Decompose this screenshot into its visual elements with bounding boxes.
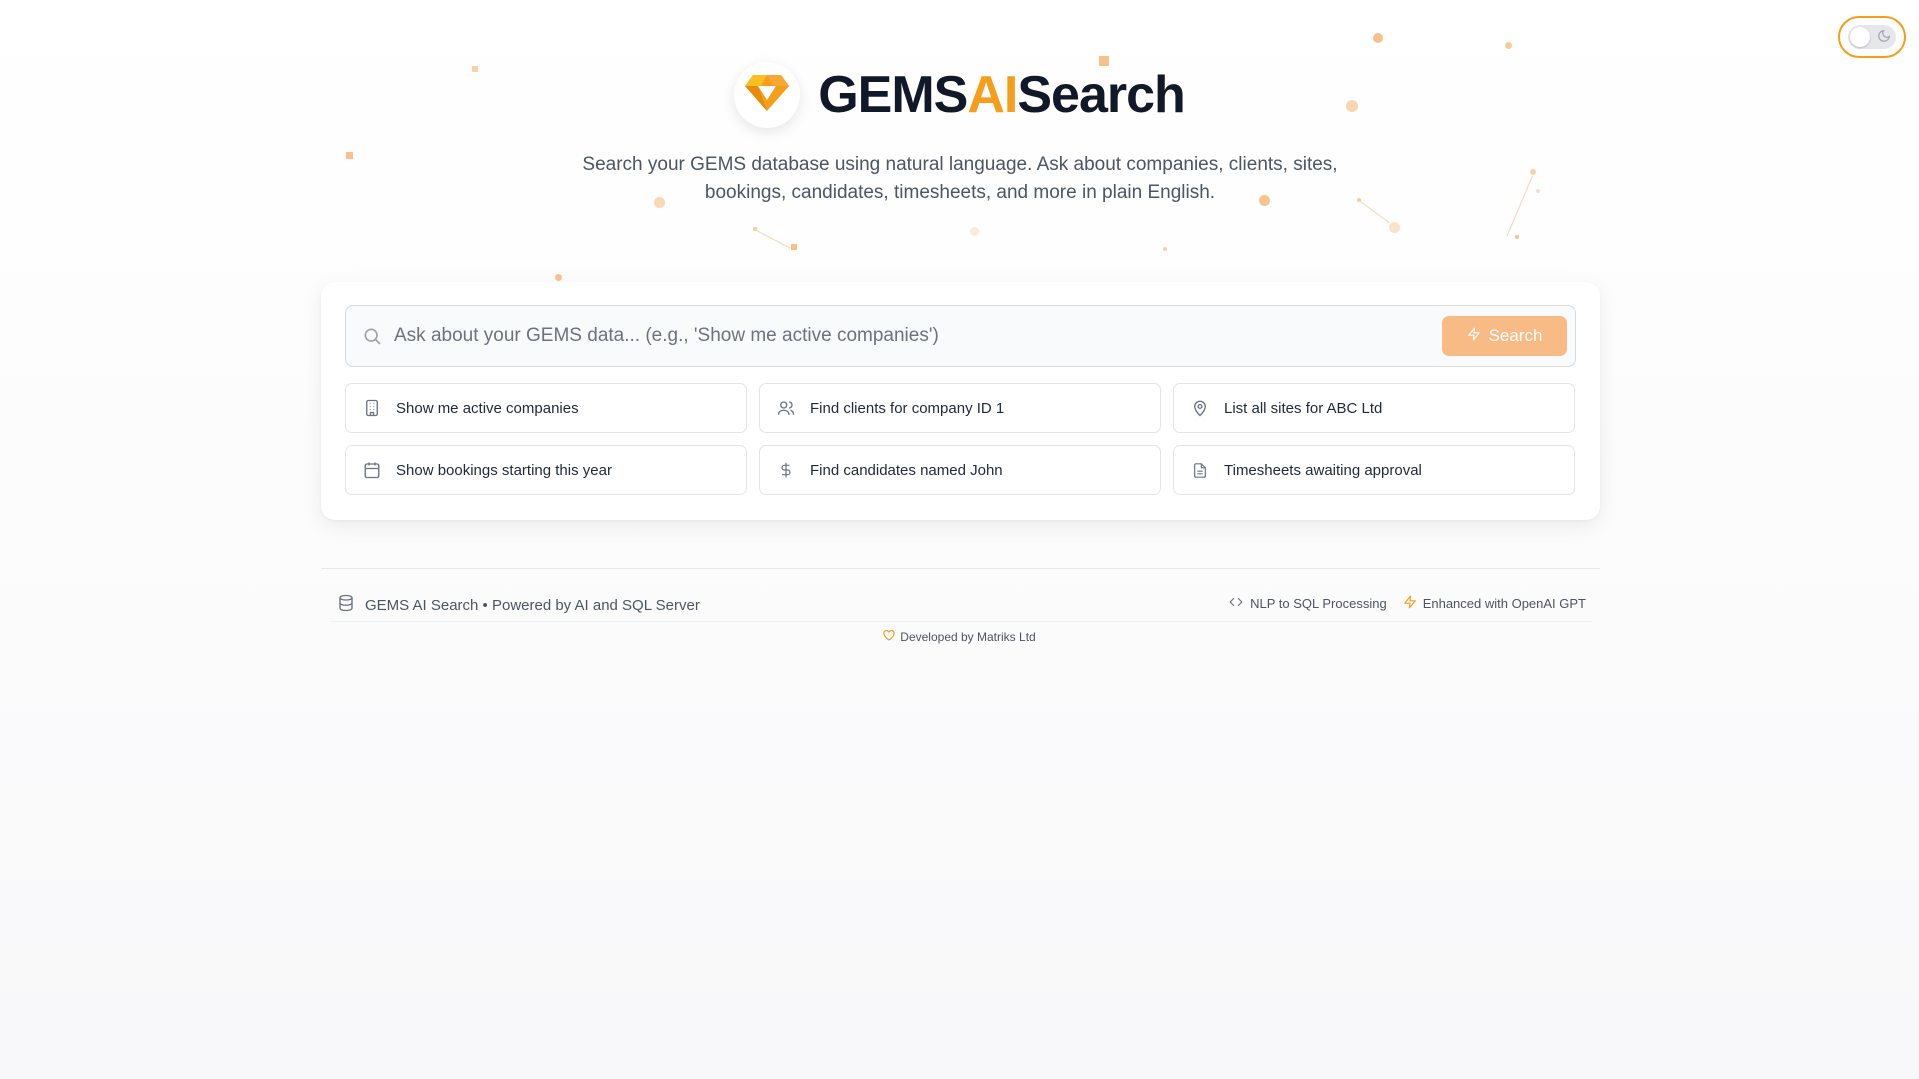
footer-info: GEMS AI Search • Powered by AI and SQL S… bbox=[337, 593, 700, 617]
app-title: GEMSAISearch bbox=[818, 65, 1186, 125]
developer-credit: Developed by Matriks Ltd bbox=[0, 629, 1919, 644]
suggestion-chip[interactable]: Show me active companies bbox=[345, 383, 747, 433]
suggestion-chip[interactable]: Find candidates named John bbox=[759, 445, 1161, 495]
title-part-ai: AI bbox=[967, 66, 1018, 124]
suggestion-chip[interactable]: Show bookings starting this year bbox=[345, 445, 747, 495]
suggestion-label: Find clients for company ID 1 bbox=[810, 399, 1005, 417]
suggestion-label: Timesheets awaiting approval bbox=[1224, 461, 1422, 479]
suggestion-chip[interactable]: Timesheets awaiting approval bbox=[1173, 445, 1575, 495]
feature-openai: Enhanced with OpenAI GPT bbox=[1403, 594, 1586, 613]
toggle-knob bbox=[1850, 27, 1870, 47]
lightning-icon bbox=[1467, 326, 1481, 347]
calendar-icon bbox=[362, 460, 382, 480]
suggestion-label: Show me active companies bbox=[396, 399, 579, 417]
suggestion-chip[interactable]: Find clients for company ID 1 bbox=[759, 383, 1161, 433]
suggestion-label: List all sites for ABC Ltd bbox=[1224, 399, 1383, 417]
search-icon bbox=[362, 326, 382, 346]
logo bbox=[734, 62, 801, 128]
feature-nlp: NLP to SQL Processing bbox=[1228, 595, 1387, 612]
footer-divider bbox=[321, 568, 1600, 569]
search-button[interactable]: Search bbox=[1442, 316, 1567, 356]
moon-icon bbox=[1877, 29, 1891, 48]
page-subtitle: Search your GEMS database using natural … bbox=[582, 154, 1338, 203]
suggestion-chip[interactable]: List all sites for ABC Ltd bbox=[1173, 383, 1575, 433]
search-button-label: Search bbox=[1488, 326, 1543, 345]
page: GEMSAISearch Search your GEMS database u… bbox=[0, 0, 1919, 1079]
map-pin-icon bbox=[1190, 398, 1210, 418]
feature-nlp-label: NLP to SQL Processing bbox=[1250, 596, 1387, 611]
building-icon bbox=[362, 398, 382, 418]
file-text-icon bbox=[1190, 460, 1210, 480]
suggestion-label: Find candidates named John bbox=[810, 461, 1003, 479]
lightning-icon bbox=[1403, 594, 1417, 613]
feature-openai-label: Enhanced with OpenAI GPT bbox=[1422, 596, 1586, 611]
developer-credit-text: Developed by Matriks Ltd bbox=[900, 630, 1036, 644]
dollar-icon bbox=[776, 460, 796, 480]
footer-features: NLP to SQL Processing Enhanced with Open… bbox=[1228, 594, 1586, 613]
gem-icon bbox=[744, 73, 790, 118]
title-part-gems: GEMS bbox=[818, 66, 968, 124]
suggestion-label: Show bookings starting this year bbox=[396, 461, 612, 479]
heart-icon bbox=[883, 629, 895, 644]
footer-text: GEMS AI Search • Powered by AI and SQL S… bbox=[365, 596, 700, 614]
app-header: GEMSAISearch bbox=[0, 62, 1919, 128]
suggestion-grid: Show me active companies Find clients fo… bbox=[345, 383, 1576, 495]
footer-separator bbox=[330, 621, 1592, 622]
users-icon bbox=[776, 398, 796, 418]
database-icon bbox=[337, 593, 355, 617]
theme-toggle[interactable] bbox=[1838, 16, 1906, 58]
code-icon bbox=[1228, 595, 1244, 612]
search-bar: Search bbox=[345, 305, 1576, 367]
toggle-track bbox=[1848, 25, 1896, 49]
search-input[interactable] bbox=[394, 325, 1442, 347]
title-part-search: Search bbox=[1017, 66, 1185, 124]
search-card: Search Show me active companies Find cli… bbox=[321, 282, 1600, 520]
